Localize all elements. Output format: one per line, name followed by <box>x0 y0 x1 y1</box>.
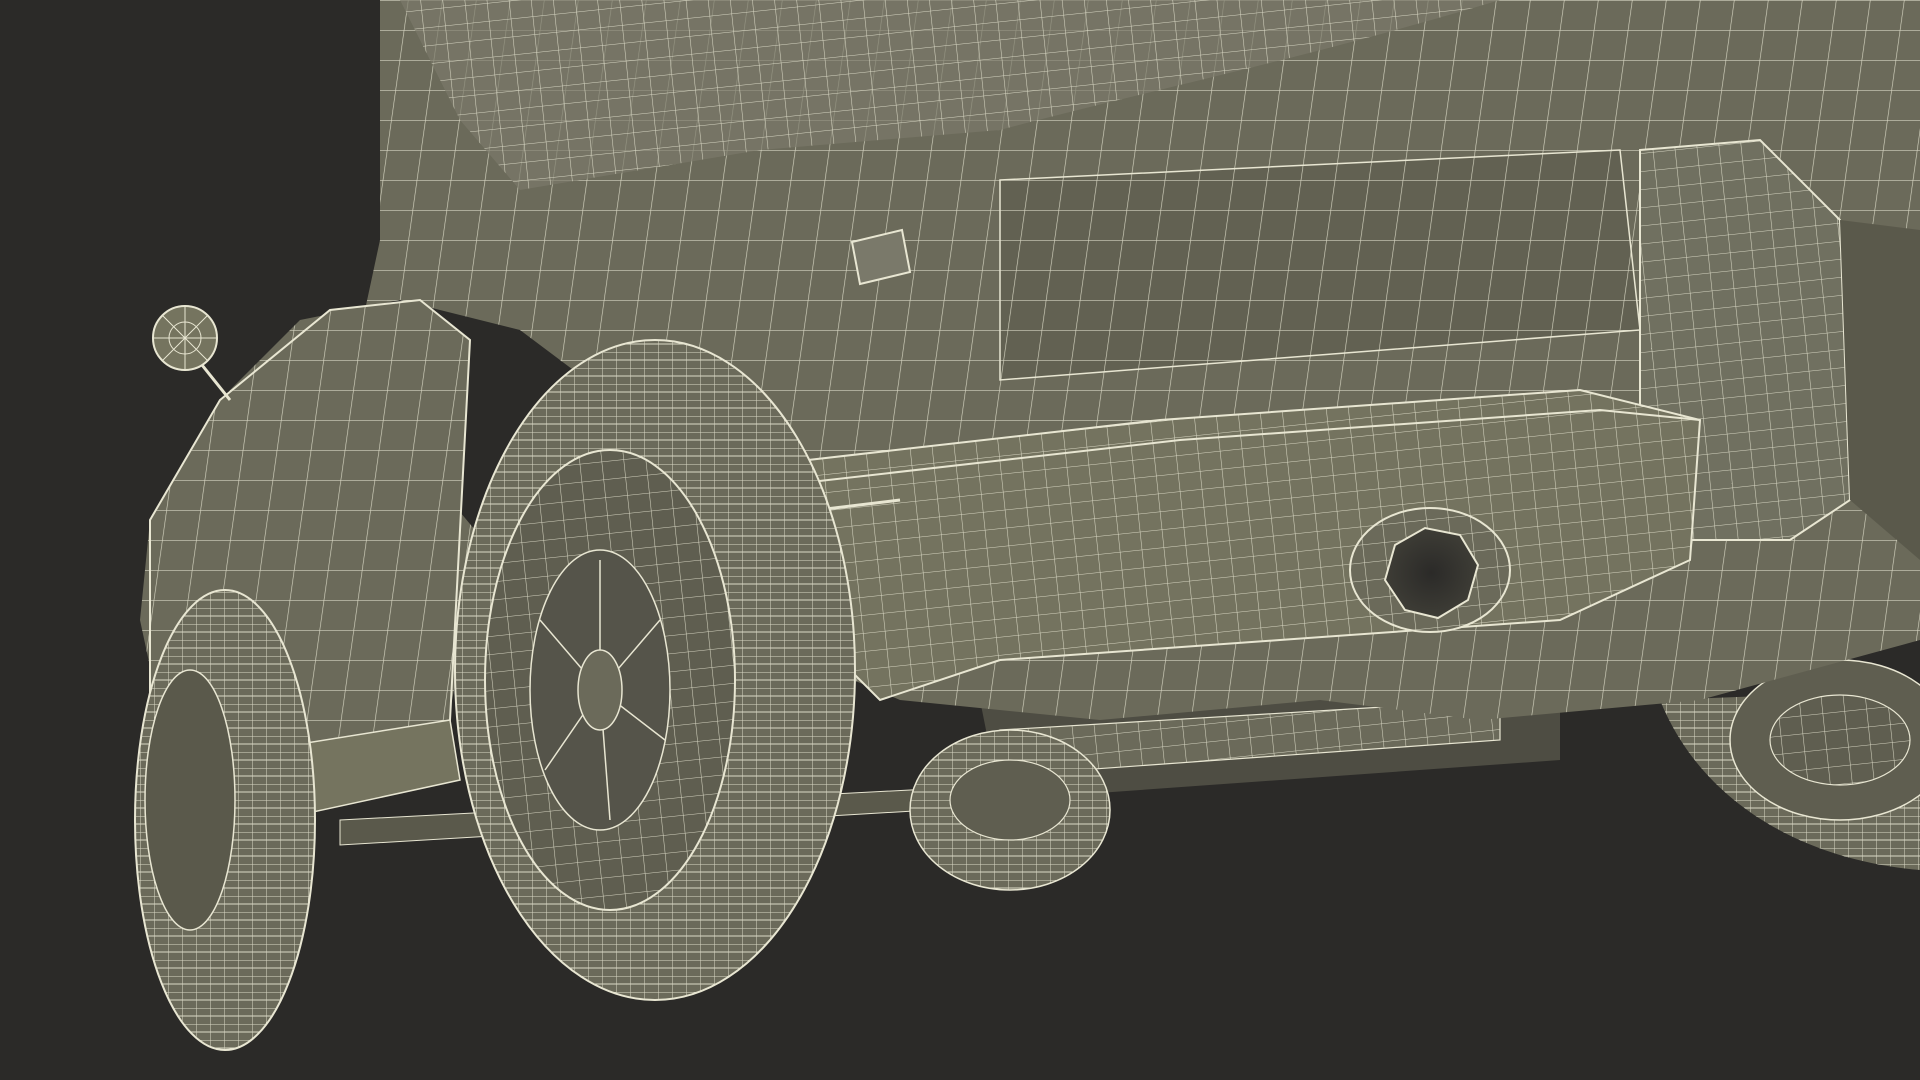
left-rear-wheel <box>454 339 856 1001</box>
center-wheel <box>909 729 1111 891</box>
exhaust-tip <box>1349 507 1511 633</box>
render-viewport <box>0 0 1920 1080</box>
car-wireframe-render <box>0 0 1920 1080</box>
left-front-wheel <box>134 589 316 1051</box>
